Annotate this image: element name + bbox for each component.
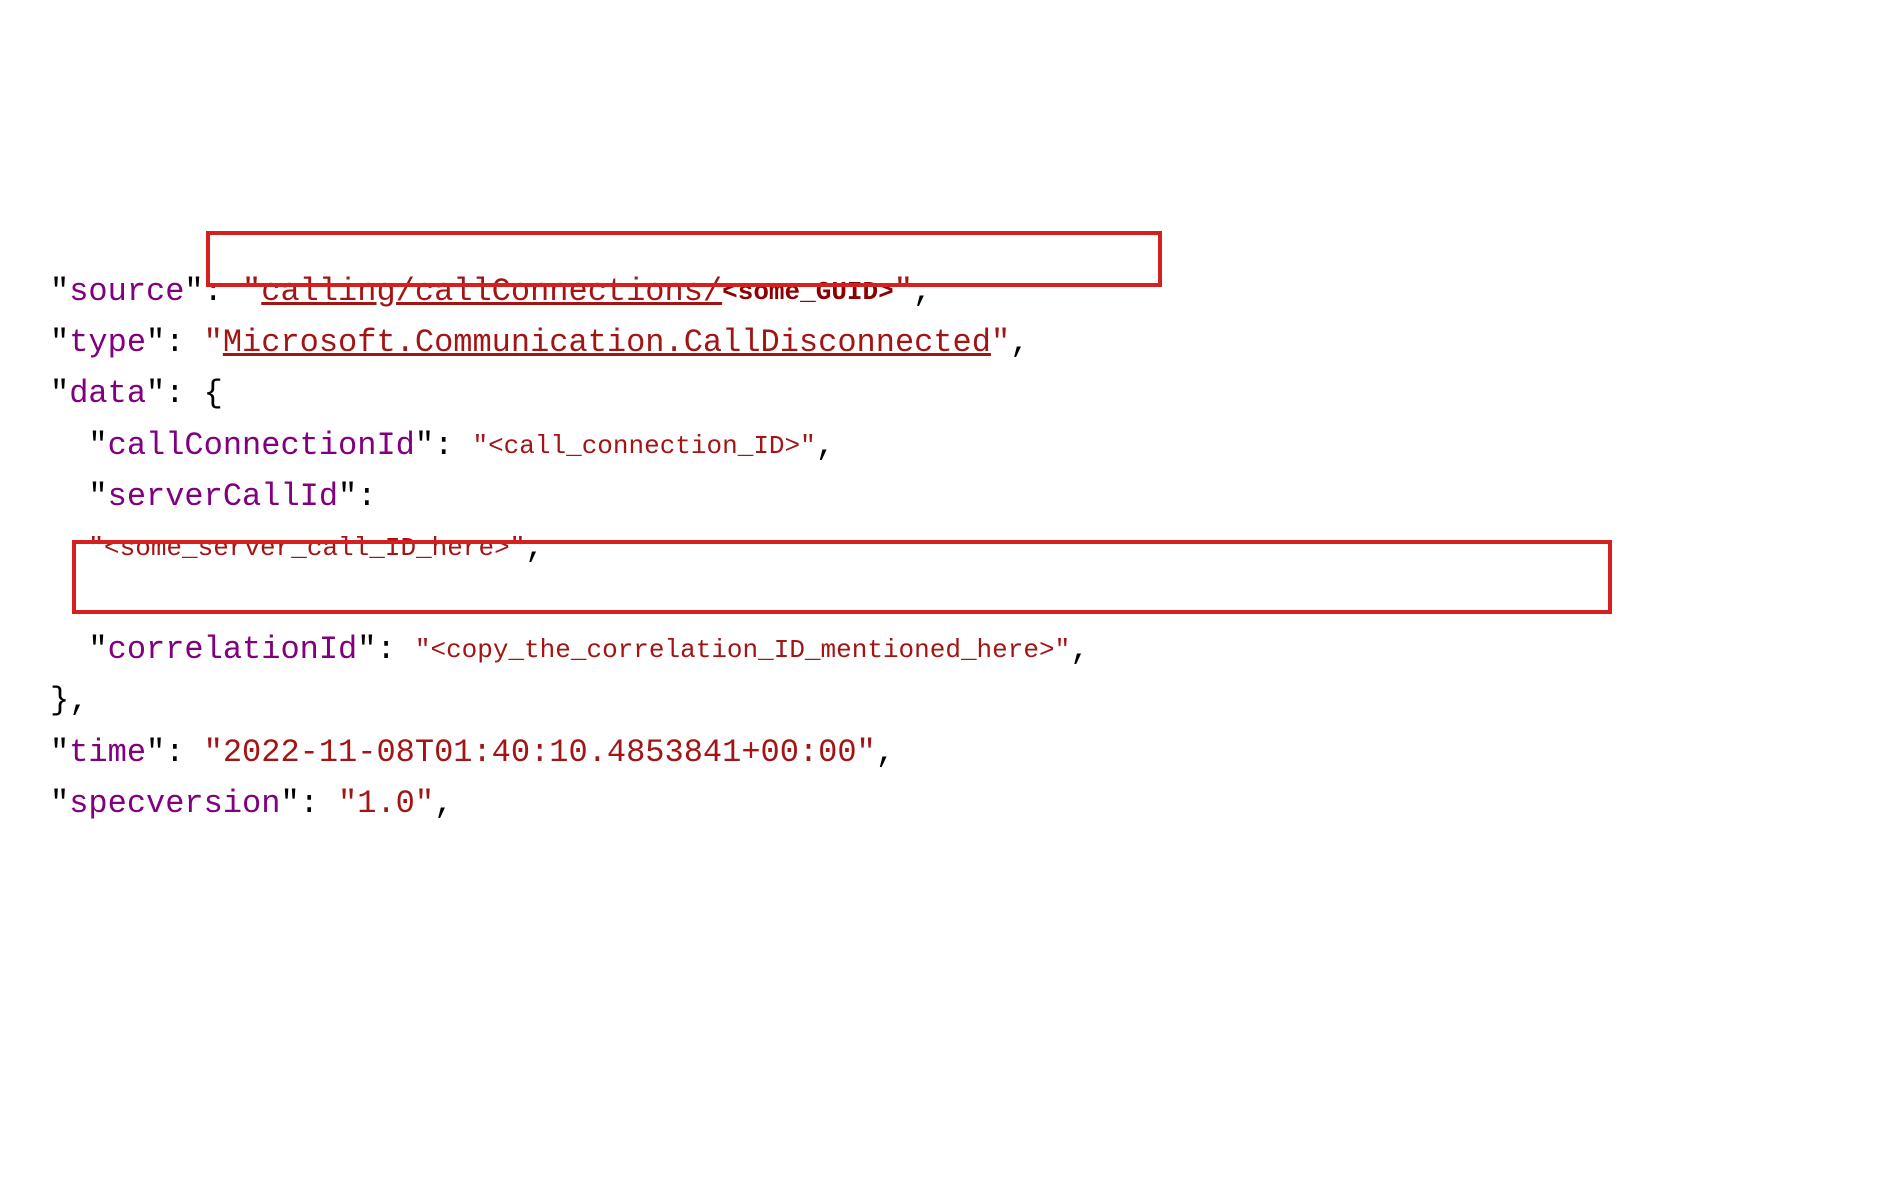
json-key-servercallid: serverCallId bbox=[108, 478, 338, 515]
json-value-specversion: 1.0 bbox=[357, 785, 415, 822]
json-value-type: Microsoft.Communication.CallDisconnected bbox=[223, 324, 991, 361]
json-key-type: type bbox=[69, 324, 146, 361]
json-code-block: "source": "calling/callConnections/<some… bbox=[0, 205, 1889, 942]
json-value-source-prefix: calling/callConnections/ bbox=[261, 273, 722, 310]
json-value-source-guid: <some_GUID> bbox=[722, 277, 894, 307]
json-key-callconnectionid: callConnectionId bbox=[108, 427, 415, 464]
json-value-time: 2022-11-08T01:40:10.4853841+00:00 bbox=[223, 734, 857, 771]
json-key-time: time bbox=[69, 734, 146, 771]
json-value-correlationid: <copy_the_correlation_ID_mentioned_here> bbox=[430, 635, 1054, 665]
json-value-callconnectionid: <call_connection_ID> bbox=[488, 431, 800, 461]
json-key-correlationid: correlationId bbox=[108, 631, 358, 668]
json-key-source: source bbox=[69, 273, 184, 310]
json-key-data: data bbox=[69, 375, 146, 412]
json-value-servercallid: <some_server_call_ID_here> bbox=[104, 533, 510, 563]
json-key-specversion: specversion bbox=[69, 785, 280, 822]
